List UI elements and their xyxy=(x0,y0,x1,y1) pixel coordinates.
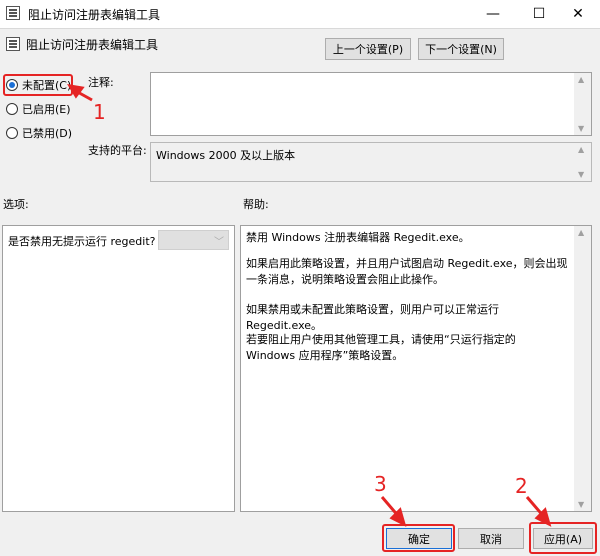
annotation-arrows xyxy=(67,83,552,527)
